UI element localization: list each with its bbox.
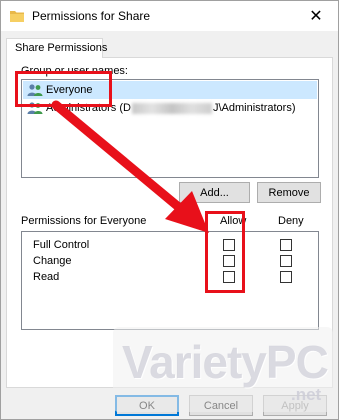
redacted-blur [131,102,212,114]
user-name-prefix: Administrators (D [46,102,131,114]
allow-read-checkbox[interactable] [223,271,235,283]
deny-column-header: Deny [278,215,304,227]
users-icon [27,102,43,114]
permissions-label: Permissions for Everyone [21,215,147,227]
allow-change-checkbox[interactable] [223,255,235,267]
allow-full-control-checkbox[interactable] [223,239,235,251]
watermark-suffix: .net [291,385,322,404]
list-item-administrators[interactable]: Administrators (D J\Administrators) [23,99,317,117]
list-item-everyone[interactable]: Everyone [23,81,317,99]
permission-row-full-control: Full Control [22,238,318,254]
permission-name: Full Control [33,239,90,251]
folder-icon [10,11,24,22]
close-icon: ✕ [309,8,323,25]
deny-read-checkbox[interactable] [280,271,292,283]
group-user-list[interactable]: Everyone Administrators (D J\Administrato… [21,79,319,178]
deny-full-control-checkbox[interactable] [280,239,292,251]
deny-change-checkbox[interactable] [280,255,292,267]
close-button[interactable]: ✕ [294,1,338,31]
permission-name: Change [33,255,72,267]
group-user-names-label: Group or user names: [21,65,128,77]
permission-row-change: Change [22,254,318,270]
remove-button[interactable]: Remove [257,182,321,203]
permission-row-read: Read [22,270,318,286]
allow-column-header: Allow [220,215,247,227]
watermark-logo: VarietyPC [122,336,329,388]
watermark: VarietyPC .net [113,327,333,412]
user-name: Everyone [46,84,93,96]
tab-share-permissions[interactable]: Share Permissions [6,38,107,58]
title-bar: Permissions for Share ✕ [1,1,338,31]
permissions-list: Full Control Change Read [21,231,319,330]
user-name-suffix: J\Administrators) [212,102,296,114]
permissions-dialog: Permissions for Share ✕ Share Permission… [0,0,339,420]
users-icon [27,84,43,96]
permission-name: Read [33,271,60,283]
add-button[interactable]: Add... [179,182,250,203]
window-title: Permissions for Share [32,9,151,23]
